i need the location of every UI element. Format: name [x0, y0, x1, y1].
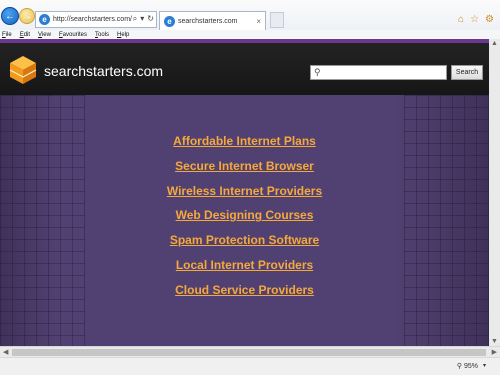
menu-favourites[interactable]: Favourites — [59, 32, 87, 38]
search-icon[interactable]: ⌕ — [133, 14, 137, 24]
site-logo-text[interactable]: searchstarters.com — [44, 63, 163, 79]
new-tab-button[interactable] — [270, 12, 284, 28]
chevron-down-icon[interactable]: ▾ — [483, 362, 486, 369]
cube-logo-icon — [9, 56, 37, 84]
scrollbar-thumb[interactable] — [12, 349, 486, 356]
browser-toolbar: ← → e http://searchstarters.com/ ⌕ ▾ ↻ e… — [0, 0, 500, 30]
web-page: searchstarters.com ⚲ Search Affordable I… — [0, 39, 489, 346]
content-area: Affordable Internet Plans Secure Interne… — [0, 95, 489, 346]
tab-searchstarters[interactable]: e searchstarters.com × — [159, 11, 266, 30]
link-secure-internet-browser[interactable]: Secure Internet Browser — [175, 154, 314, 179]
arrow-right-icon: → — [22, 10, 32, 22]
search-icon: ⚲ — [314, 67, 321, 77]
dropdown-icon[interactable]: ▾ — [140, 14, 144, 24]
site-header: searchstarters.com ⚲ Search — [0, 43, 489, 95]
status-bar: ⚲ 95% ▾ — [0, 357, 500, 375]
horizontal-scrollbar[interactable]: ◀ ▶ — [0, 346, 500, 357]
menu-file[interactable]: File — [2, 32, 12, 38]
back-button[interactable]: ← — [1, 7, 19, 25]
close-tab-icon[interactable]: × — [256, 17, 261, 26]
link-local-internet-providers[interactable]: Local Internet Providers — [176, 253, 313, 278]
menu-edit[interactable]: Edit — [20, 32, 30, 38]
scroll-right-icon[interactable]: ▶ — [492, 348, 497, 356]
vertical-scrollbar[interactable]: ▲ ▼ — [489, 39, 500, 346]
tab-title: searchstarters.com — [178, 17, 238, 25]
menu-view[interactable]: View — [38, 32, 51, 38]
address-bar[interactable]: e http://searchstarters.com/ ⌕ ▾ ↻ — [35, 11, 157, 28]
link-spam-protection-software[interactable]: Spam Protection Software — [170, 228, 319, 253]
forward-button[interactable]: → — [19, 8, 35, 24]
link-web-designing-courses[interactable]: Web Designing Courses — [176, 203, 314, 228]
link-list: Affordable Internet Plans Secure Interne… — [0, 129, 489, 303]
zoom-level[interactable]: ⚲ 95% — [457, 362, 478, 370]
search-button[interactable]: Search — [451, 65, 483, 80]
menu-tools[interactable]: Tools — [95, 32, 109, 38]
star-icon[interactable]: ☆ — [470, 14, 479, 25]
link-wireless-internet-providers[interactable]: Wireless Internet Providers — [167, 179, 322, 204]
gear-icon[interactable]: ⚙ — [485, 14, 494, 25]
ie-favicon-icon: e — [164, 15, 175, 27]
ie-favicon-icon: e — [39, 14, 50, 25]
link-cloud-service-providers[interactable]: Cloud Service Providers — [175, 278, 314, 303]
scroll-left-icon[interactable]: ◀ — [3, 348, 8, 356]
home-icon[interactable]: ⌂ — [458, 14, 464, 25]
scroll-down-icon[interactable]: ▼ — [491, 338, 498, 345]
search-input[interactable] — [322, 66, 441, 79]
address-text[interactable]: http://searchstarters.com/ — [53, 16, 132, 23]
refresh-icon[interactable]: ↻ — [147, 14, 154, 24]
menu-help[interactable]: Help — [117, 32, 129, 38]
search-box[interactable]: ⚲ — [310, 65, 447, 80]
scroll-up-icon[interactable]: ▲ — [491, 40, 498, 47]
zoom-icon: ⚲ — [456, 363, 463, 370]
arrow-left-icon: ← — [5, 10, 15, 22]
menu-bar: File Edit View Favourites Tools Help — [0, 30, 500, 39]
link-affordable-internet-plans[interactable]: Affordable Internet Plans — [173, 129, 316, 154]
